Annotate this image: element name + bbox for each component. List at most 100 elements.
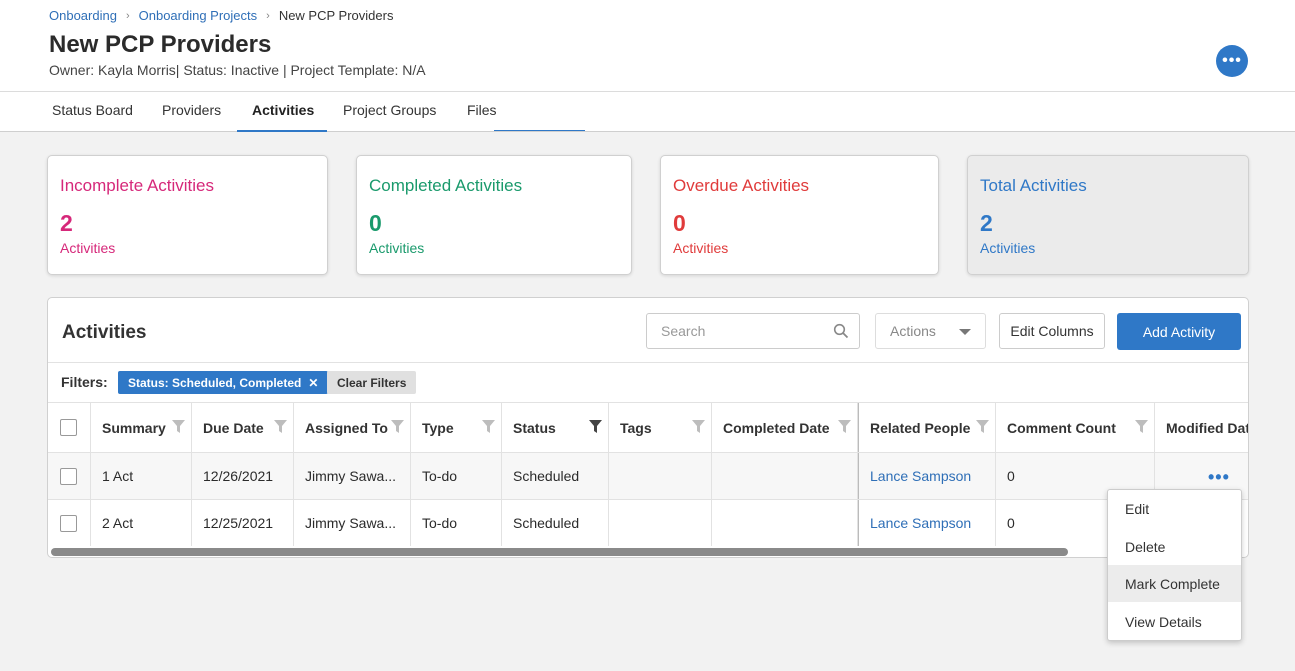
actions-label: Actions (890, 323, 936, 339)
overdue-activities-card[interactable]: Overdue Activities 0 Activities (660, 155, 939, 275)
row-more-icon[interactable]: ••• (1208, 467, 1230, 488)
card-title: Incomplete Activities (60, 176, 215, 195)
filter-chip-status[interactable]: Status: Scheduled, Completed ✕ (118, 371, 329, 394)
column-header-status[interactable]: Status (502, 403, 609, 452)
row-select-cell (48, 453, 91, 499)
tab-files[interactable]: Files (467, 102, 497, 118)
actions-dropdown[interactable]: Actions (875, 313, 986, 349)
menu-item-mark-complete[interactable]: Mark Complete (1108, 565, 1241, 602)
page-header: Onboarding › Onboarding Projects › New P… (0, 0, 1295, 92)
add-activity-button[interactable]: Add Activity (1117, 313, 1241, 350)
row-checkbox[interactable] (60, 514, 77, 532)
row-actions-menu: Edit Delete Mark Complete View Details (1107, 489, 1242, 641)
column-header-related-people[interactable]: Related People (858, 403, 996, 452)
breadcrumb-onboarding[interactable]: Onboarding (49, 8, 117, 23)
filter-icon[interactable] (391, 420, 404, 434)
cell-related-people-link[interactable]: Lance Sampson (858, 453, 996, 499)
card-title: Overdue Activities (673, 176, 810, 195)
filter-icon[interactable] (274, 420, 287, 434)
breadcrumb: Onboarding › Onboarding Projects › New P… (49, 8, 393, 23)
tab-providers[interactable]: Providers (162, 102, 221, 118)
card-title: Total Activities (980, 176, 1087, 195)
filter-icon[interactable] (1135, 420, 1148, 434)
cell-summary: 2 Act (91, 500, 192, 546)
search-input[interactable]: Search (646, 313, 860, 349)
column-header-type[interactable]: Type (411, 403, 502, 452)
column-header-summary[interactable]: Summary (91, 403, 192, 452)
total-activities-card[interactable]: Total Activities 2 Activities (967, 155, 1249, 275)
breadcrumb-current: New PCP Providers (278, 8, 394, 23)
caret-down-icon (959, 329, 971, 335)
ellipsis-icon: ••• (1222, 52, 1242, 69)
filter-icon[interactable] (482, 420, 495, 434)
cell-status: Scheduled (502, 453, 609, 499)
card-unit: Activities (369, 240, 425, 256)
filter-icon[interactable] (838, 420, 851, 434)
cell-assigned-to: Jimmy Sawa... (294, 453, 411, 499)
filter-icon[interactable] (976, 420, 989, 434)
activities-panel: Activities Search Actions Edit Columns A… (47, 297, 1249, 558)
card-unit: Activities (980, 240, 1036, 256)
clear-filters-button[interactable]: Clear Filters (327, 371, 417, 394)
edit-columns-button[interactable]: Edit Columns (999, 313, 1105, 349)
table-row[interactable]: 1 Act 12/26/2021 Jimmy Sawa... To-do Sch… (48, 452, 1248, 499)
cell-due-date: 12/26/2021 (192, 453, 294, 499)
card-count: 0 (673, 210, 686, 236)
column-label: Comment Count (1007, 419, 1116, 436)
breadcrumb-onboarding-projects[interactable]: Onboarding Projects (139, 8, 258, 23)
filters-label: Filters: (61, 374, 108, 390)
column-label: Related People (870, 419, 971, 436)
cell-tags (609, 500, 712, 546)
page-subtitle: Owner: Kayla Morris| Status: Inactive | … (49, 62, 426, 78)
column-header-completed-date[interactable]: Completed Date (712, 403, 858, 452)
cell-related-people-link[interactable]: Lance Sampson (858, 500, 996, 546)
card-count: 2 (60, 210, 73, 236)
column-header-assigned-to[interactable]: Assigned To (294, 403, 411, 452)
cell-completed-date (712, 500, 858, 546)
tab-indicator-line (494, 130, 585, 131)
card-unit: Activities (60, 240, 116, 256)
close-icon[interactable]: ✕ (308, 376, 318, 390)
tab-project-groups[interactable]: Project Groups (343, 102, 436, 118)
card-count: 2 (980, 210, 993, 236)
column-label: Type (422, 419, 454, 436)
column-header-modified-date[interactable]: Modified Dat (1155, 403, 1248, 452)
menu-item-view-details[interactable]: View Details (1108, 603, 1241, 640)
panel-title: Activities (62, 322, 147, 343)
filter-icon[interactable] (692, 420, 705, 434)
cell-tags (609, 453, 712, 499)
column-label: Tags (620, 419, 652, 436)
completed-activities-card[interactable]: Completed Activities 0 Activities (356, 155, 632, 275)
column-header-due-date[interactable]: Due Date (192, 403, 294, 452)
cell-assigned-to: Jimmy Sawa... (294, 500, 411, 546)
column-label: Assigned To (305, 419, 388, 436)
column-label: Completed Date (723, 419, 830, 436)
horizontal-scrollbar[interactable] (51, 548, 1068, 556)
tab-activities[interactable]: Activities (252, 102, 314, 118)
filter-active-icon[interactable] (589, 420, 602, 434)
cell-completed-date (712, 453, 858, 499)
table-row[interactable]: 2 Act 12/25/2021 Jimmy Sawa... To-do Sch… (48, 499, 1248, 546)
column-header-tags[interactable]: Tags (609, 403, 712, 452)
column-label: Due Date (203, 419, 264, 436)
cell-type: To-do (411, 500, 502, 546)
incomplete-activities-card[interactable]: Incomplete Activities 2 Activities (47, 155, 328, 275)
menu-item-edit[interactable]: Edit (1108, 490, 1241, 527)
column-header-comment-count[interactable]: Comment Count (996, 403, 1155, 452)
column-label: Summary (102, 419, 166, 436)
filter-chip-label: Status: Scheduled, Completed (128, 375, 302, 390)
more-options-button[interactable]: ••• (1216, 45, 1248, 77)
row-select-cell (48, 500, 91, 546)
filters-row: Filters: Status: Scheduled, Completed ✕ … (48, 362, 1248, 402)
tab-status-board[interactable]: Status Board (52, 102, 133, 118)
filter-icon[interactable] (172, 420, 185, 434)
search-icon (833, 323, 849, 339)
select-all-checkbox[interactable] (60, 419, 77, 436)
row-checkbox[interactable] (60, 467, 77, 485)
column-label: Status (513, 419, 556, 436)
cell-status: Scheduled (502, 500, 609, 546)
chevron-right-icon: › (125, 9, 130, 22)
menu-item-delete[interactable]: Delete (1108, 528, 1241, 565)
table-header-row: Summary Due Date Assigned To Type Status… (48, 402, 1248, 452)
tab-bar: Status Board Providers Activities Projec… (0, 92, 1295, 132)
